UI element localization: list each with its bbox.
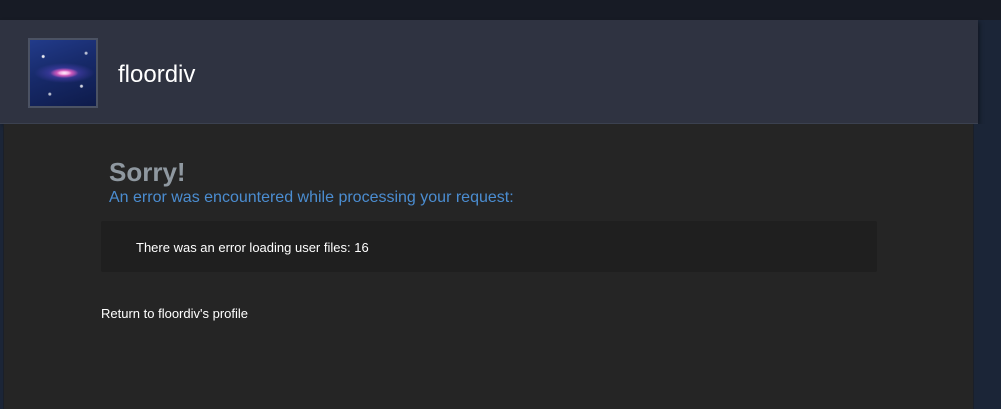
top-strip [0,0,1001,20]
profile-username[interactable]: floordiv [118,61,195,89]
error-subtitle: An error was encountered while processin… [109,189,514,206]
error-content-panel: Sorry! An error was encountered while pr… [3,124,974,409]
error-title: Sorry! [109,157,186,187]
page: floordiv Sorry! An error was encountered… [0,0,1001,409]
profile-header: floordiv [0,20,978,124]
error-message: There was an error loading user files: 1… [136,240,369,255]
return-to-profile-link[interactable]: Return to floordiv's profile [101,306,248,321]
right-rail [974,124,1001,409]
error-message-box: There was an error loading user files: 1… [101,221,877,272]
galaxy-avatar-icon[interactable] [28,38,98,108]
